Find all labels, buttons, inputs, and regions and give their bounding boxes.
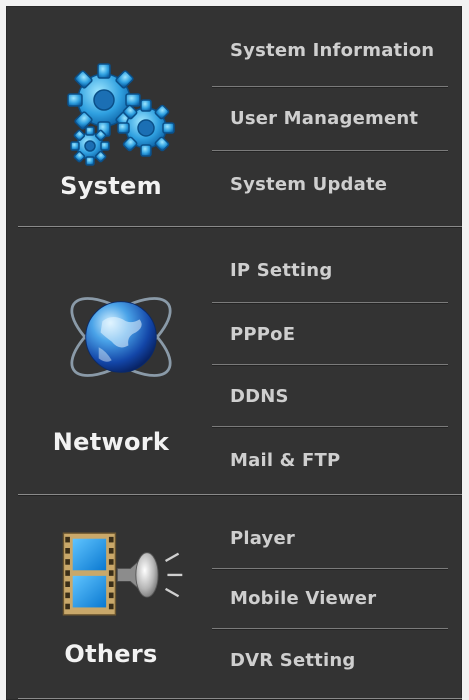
menu-item-user-management[interactable]: User Management bbox=[212, 90, 458, 151]
menu-item-label: System Information bbox=[230, 40, 435, 61]
menu-item-dvr-setting[interactable]: DVR Setting bbox=[212, 632, 458, 692]
network-section: Network IP Setting PPPoE DDNS Mail & FTP bbox=[6, 228, 462, 495]
menu-item-label: Player bbox=[230, 528, 295, 549]
menu-item-label: Mobile Viewer bbox=[230, 588, 377, 609]
menu-item-label: System Update bbox=[230, 174, 388, 195]
globe-icon bbox=[56, 282, 186, 392]
menu-item-label: Mail & FTP bbox=[230, 450, 341, 471]
menu-item-label: DVR Setting bbox=[230, 650, 356, 671]
menu-item-system-information[interactable]: System Information bbox=[212, 24, 458, 87]
system-section: System System Information User Managemen… bbox=[6, 6, 462, 227]
menu-divider bbox=[212, 86, 448, 87]
film-speaker-icon bbox=[56, 524, 186, 624]
menu-item-label: PPPoE bbox=[230, 324, 296, 345]
menu-item-ddns[interactable]: DDNS bbox=[212, 366, 458, 427]
menu-item-player[interactable]: Player bbox=[212, 514, 458, 574]
others-section-label: Others bbox=[64, 640, 158, 668]
menu-divider bbox=[212, 568, 448, 569]
network-section-label: Network bbox=[52, 428, 170, 456]
menu-item-label: DDNS bbox=[230, 386, 289, 407]
menu-divider bbox=[212, 628, 448, 629]
menu-item-mail-ftp[interactable]: Mail & FTP bbox=[212, 428, 458, 488]
menu-item-pppoe[interactable]: PPPoE bbox=[212, 304, 458, 365]
menu-divider bbox=[212, 426, 448, 427]
menu-divider bbox=[212, 150, 448, 151]
menu-item-label: User Management bbox=[230, 108, 419, 129]
menu-item-ip-setting[interactable]: IP Setting bbox=[212, 238, 458, 303]
menu-divider bbox=[212, 302, 448, 303]
system-section-label: System bbox=[60, 172, 162, 200]
menu-item-mobile-viewer[interactable]: Mobile Viewer bbox=[212, 572, 458, 632]
others-section: Others Player Mobile Viewer DVR Setting bbox=[6, 496, 462, 700]
settings-menu-panel: System System Information User Managemen… bbox=[6, 6, 462, 700]
menu-divider bbox=[212, 364, 448, 365]
gears-icon bbox=[56, 60, 186, 170]
section-divider bbox=[18, 698, 462, 699]
menu-item-label: IP Setting bbox=[230, 260, 333, 281]
menu-item-system-update[interactable]: System Update bbox=[212, 154, 458, 214]
section-divider bbox=[18, 494, 462, 495]
section-divider bbox=[18, 226, 462, 227]
